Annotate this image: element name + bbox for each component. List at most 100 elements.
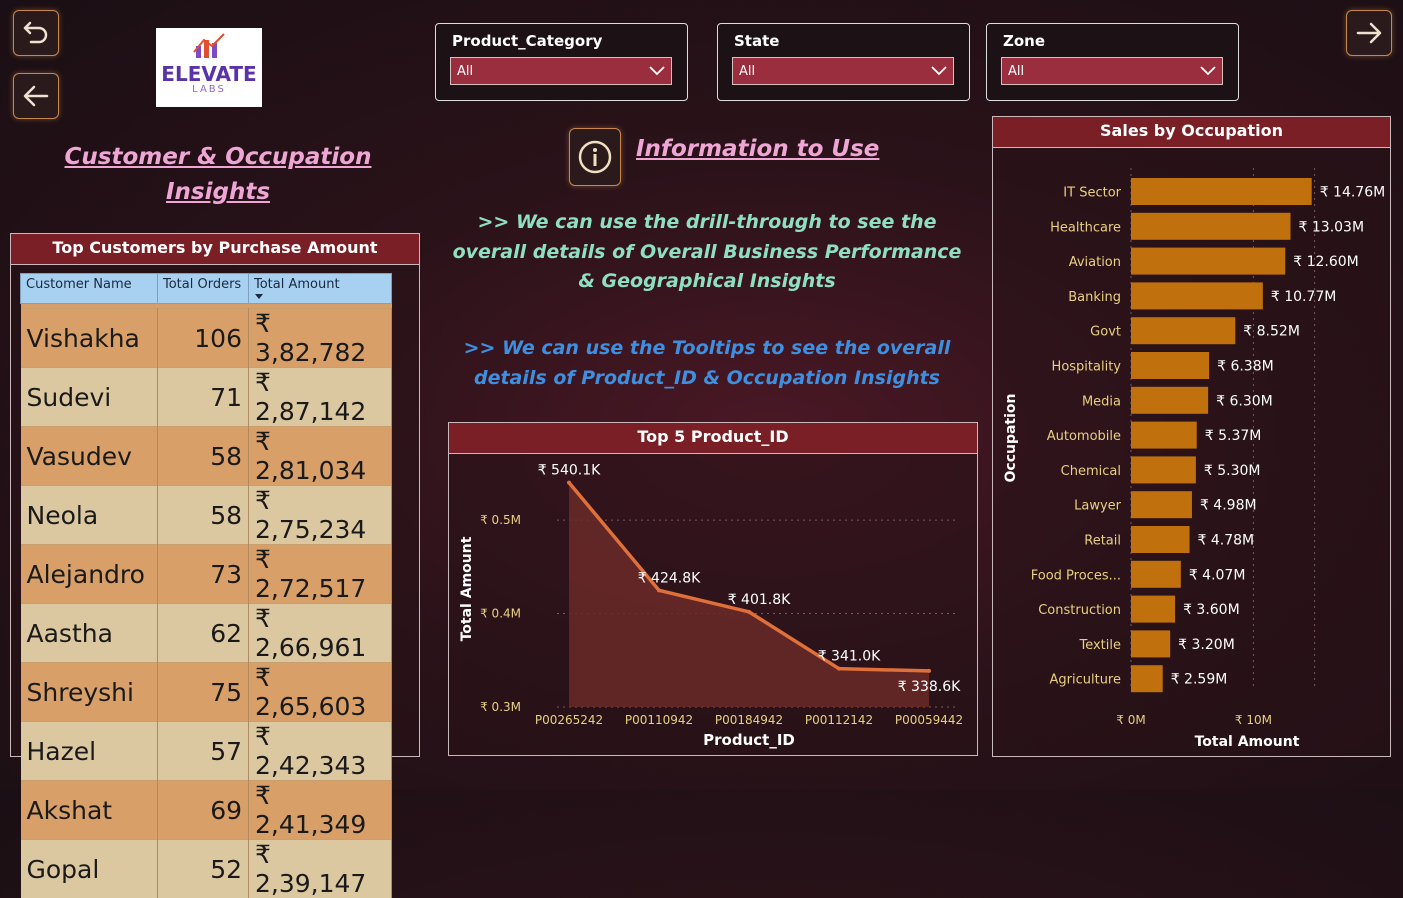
table-row[interactable]: Sudevi71₹ 2,87,142 xyxy=(21,368,392,427)
category-label: IT Sector xyxy=(1063,186,1121,201)
bar[interactable] xyxy=(1131,526,1190,553)
table-header-row: Customer Name Total Orders Total Amount xyxy=(21,274,392,304)
category-label: Construction xyxy=(1038,603,1121,618)
cell-total-orders: 58 xyxy=(158,427,249,486)
cell-total-orders: 75 xyxy=(158,663,249,722)
cell-customer-name: Akshat xyxy=(21,781,158,840)
forward-button[interactable] xyxy=(1346,10,1392,56)
data-label: ₹ 13.03M xyxy=(1299,219,1365,235)
table-row[interactable]: Hazel57₹ 2,42,343 xyxy=(21,722,392,781)
bar[interactable] xyxy=(1131,422,1197,449)
arrow-left-icon xyxy=(21,81,51,111)
logo-bars-icon xyxy=(192,32,228,60)
cell-total-orders: 58 xyxy=(158,486,249,545)
product-category-dropdown[interactable]: All xyxy=(450,57,672,85)
data-label: ₹ 341.0K xyxy=(818,649,881,665)
category-label: Chemical xyxy=(1061,464,1121,479)
data-label: ₹ 4.07M xyxy=(1189,567,1246,583)
customers-table: Customer Name Total Orders Total Amount … xyxy=(20,273,392,898)
category-label: Retail xyxy=(1084,534,1121,549)
bar[interactable] xyxy=(1131,317,1235,344)
tooltip-info: >> We can use the Tooltips to see the ov… xyxy=(452,334,962,393)
filter-label: Zone xyxy=(1003,32,1045,50)
data-point[interactable] xyxy=(657,588,661,592)
category-label: Food Proces... xyxy=(1031,568,1121,583)
category-label: Govt xyxy=(1090,325,1121,340)
elevate-labs-logo: ELEVATE LABS xyxy=(156,28,262,107)
bar[interactable] xyxy=(1131,178,1312,205)
column-header-total-orders[interactable]: Total Orders xyxy=(158,274,249,304)
table-row[interactable]: Neola58₹ 2,75,234 xyxy=(21,486,392,545)
x-tick-label: P00184942 xyxy=(715,713,783,727)
y-tick-label: ₹ 0.3M xyxy=(480,700,521,714)
bar[interactable] xyxy=(1131,456,1196,483)
table-row[interactable]: Vasudev58₹ 2,81,034 xyxy=(21,427,392,486)
cell-customer-name: Alejandro xyxy=(21,545,158,604)
data-point[interactable] xyxy=(567,481,571,485)
bar[interactable] xyxy=(1131,630,1170,657)
zone-dropdown[interactable]: All xyxy=(1001,57,1223,85)
data-point[interactable] xyxy=(837,667,841,671)
column-header-total-amount[interactable]: Total Amount xyxy=(249,274,392,304)
category-label: Media xyxy=(1082,394,1121,409)
table-row[interactable]: Akshat69₹ 2,41,349 xyxy=(21,781,392,840)
table-row[interactable]: Vishakha106₹ 3,82,782 xyxy=(21,309,392,368)
cell-customer-name: Shreyshi xyxy=(21,663,158,722)
bar[interactable] xyxy=(1131,561,1181,588)
table-row[interactable]: Aastha62₹ 2,66,961 xyxy=(21,604,392,663)
cell-total-amount: ₹ 2,42,343 xyxy=(249,722,392,781)
cell-total-amount: ₹ 2,72,517 xyxy=(249,545,392,604)
back-button[interactable] xyxy=(13,73,59,119)
bar[interactable] xyxy=(1131,213,1291,240)
data-label: ₹ 5.37M xyxy=(1205,428,1262,444)
undo-icon xyxy=(21,18,51,48)
category-label: Hospitality xyxy=(1052,360,1122,375)
bar[interactable] xyxy=(1131,248,1285,275)
bar[interactable] xyxy=(1131,596,1175,623)
column-header-label: Total Amount xyxy=(254,277,340,292)
sales-by-occupation-panel: Sales by Occupation ₹ 0M₹ 10MIT Sector₹ … xyxy=(992,116,1391,757)
cell-total-orders: 106 xyxy=(158,309,249,368)
y-axis-title: Occupation xyxy=(1003,393,1019,482)
x-tick-label: P00265242 xyxy=(535,713,603,727)
cell-total-amount: ₹ 2,87,142 xyxy=(249,368,392,427)
x-tick-label: P00110942 xyxy=(625,713,693,727)
dropdown-value: All xyxy=(739,64,755,79)
cell-customer-name: Aastha xyxy=(21,604,158,663)
filter-label: Product_Category xyxy=(452,32,602,50)
chevron-down-icon xyxy=(931,65,947,77)
cell-total-amount: ₹ 2,66,961 xyxy=(249,604,392,663)
cell-customer-name: Vishakha xyxy=(21,309,158,368)
data-label: ₹ 3.60M xyxy=(1183,602,1240,618)
bar[interactable] xyxy=(1131,387,1208,414)
top-products-chart[interactable]: ₹ 0.3M₹ 0.4M₹ 0.5M₹ 540.1KP00265242₹ 424… xyxy=(449,454,977,755)
state-dropdown[interactable]: All xyxy=(732,57,954,85)
y-axis-title: Total Amount xyxy=(459,536,475,641)
data-label: ₹ 6.30M xyxy=(1216,393,1273,409)
table-row[interactable]: Gopal52₹ 2,39,147 xyxy=(21,840,392,898)
bar[interactable] xyxy=(1131,665,1163,692)
panel-title: Top Customers by Purchase Amount xyxy=(11,234,419,265)
info-button[interactable] xyxy=(569,128,621,186)
data-point[interactable] xyxy=(747,610,751,614)
chevron-down-icon xyxy=(1200,65,1216,77)
table-row[interactable]: Shreyshi75₹ 2,65,603 xyxy=(21,663,392,722)
bar[interactable] xyxy=(1131,491,1192,518)
cell-customer-name: Sudevi xyxy=(21,368,158,427)
occupation-bar-chart[interactable]: ₹ 0M₹ 10MIT Sector₹ 14.76MHealthcare₹ 13… xyxy=(993,148,1390,756)
category-label: Agriculture xyxy=(1050,673,1122,688)
category-label: Aviation xyxy=(1069,255,1121,270)
bar[interactable] xyxy=(1131,352,1209,379)
column-header-customer-name[interactable]: Customer Name xyxy=(21,274,158,304)
arrow-right-icon xyxy=(1354,18,1384,48)
bar[interactable] xyxy=(1131,282,1263,309)
undo-button[interactable] xyxy=(13,10,59,56)
x-axis-title: Total Amount xyxy=(1195,734,1300,750)
data-label: ₹ 14.76M xyxy=(1320,185,1386,201)
table-row[interactable]: Alejandro73₹ 2,72,517 xyxy=(21,545,392,604)
info-title: Information to Use xyxy=(636,136,879,162)
data-label: ₹ 2.59M xyxy=(1171,672,1228,688)
data-point[interactable] xyxy=(927,669,931,673)
chevron-down-icon xyxy=(649,65,665,77)
data-label: ₹ 540.1K xyxy=(538,463,601,479)
